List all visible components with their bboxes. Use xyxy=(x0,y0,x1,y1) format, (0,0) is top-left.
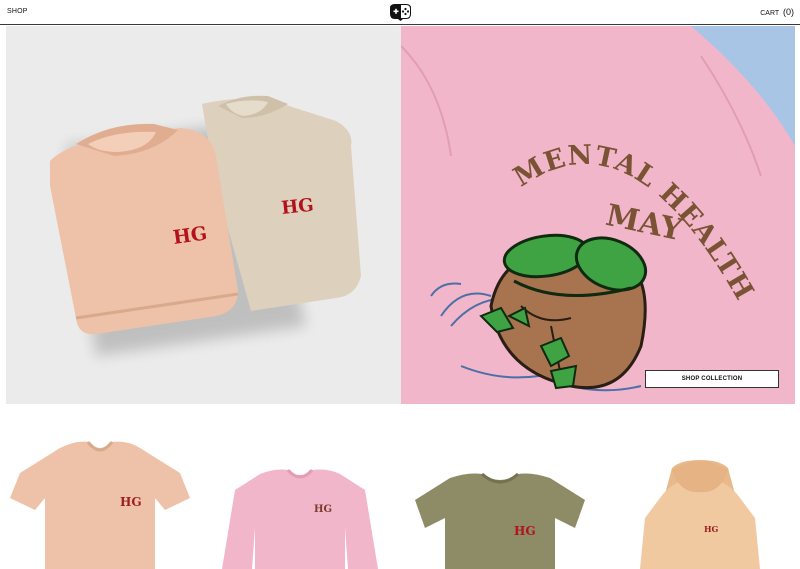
product-card-hoodie[interactable]: HG xyxy=(600,428,800,569)
cart-count: (0) xyxy=(783,7,794,17)
gamepad-logo-icon[interactable] xyxy=(387,2,414,22)
shop-collection-button[interactable]: SHOP COLLECTION xyxy=(645,370,779,388)
product-print-3: HG xyxy=(514,524,536,538)
svg-text:HG: HG xyxy=(280,195,314,219)
product-card-sweatshirt[interactable]: HG xyxy=(200,428,400,569)
product-image-hoodie: HG xyxy=(640,460,760,569)
nav-shop-link[interactable]: SHOP xyxy=(7,8,28,15)
cart-label: CART xyxy=(760,10,780,17)
svg-text:HG: HG xyxy=(172,222,209,249)
hero-mental-health-sweatshirt-image[interactable]: MENTAL HEALTH MAY xyxy=(401,26,795,404)
hero-folded-tshirts-image[interactable]: HG HG xyxy=(6,26,401,404)
product-card-tshirt[interactable]: HG xyxy=(0,428,200,569)
site-header: SHOP CART (0) xyxy=(0,0,800,25)
frog-character-illustration xyxy=(479,233,648,390)
product-card-crop-tee[interactable]: HG xyxy=(400,428,600,569)
cart-link[interactable]: CART (0) xyxy=(760,7,794,17)
product-print-1: HG xyxy=(120,495,142,509)
product-image-crop-tee: HG xyxy=(415,472,585,569)
product-image-sweatshirt: HG xyxy=(222,468,378,569)
product-print-4: HG xyxy=(704,524,719,534)
peach-shirt: HG xyxy=(50,123,239,335)
product-print-2: HG xyxy=(314,504,332,515)
product-image-tshirt: HG xyxy=(10,441,190,569)
